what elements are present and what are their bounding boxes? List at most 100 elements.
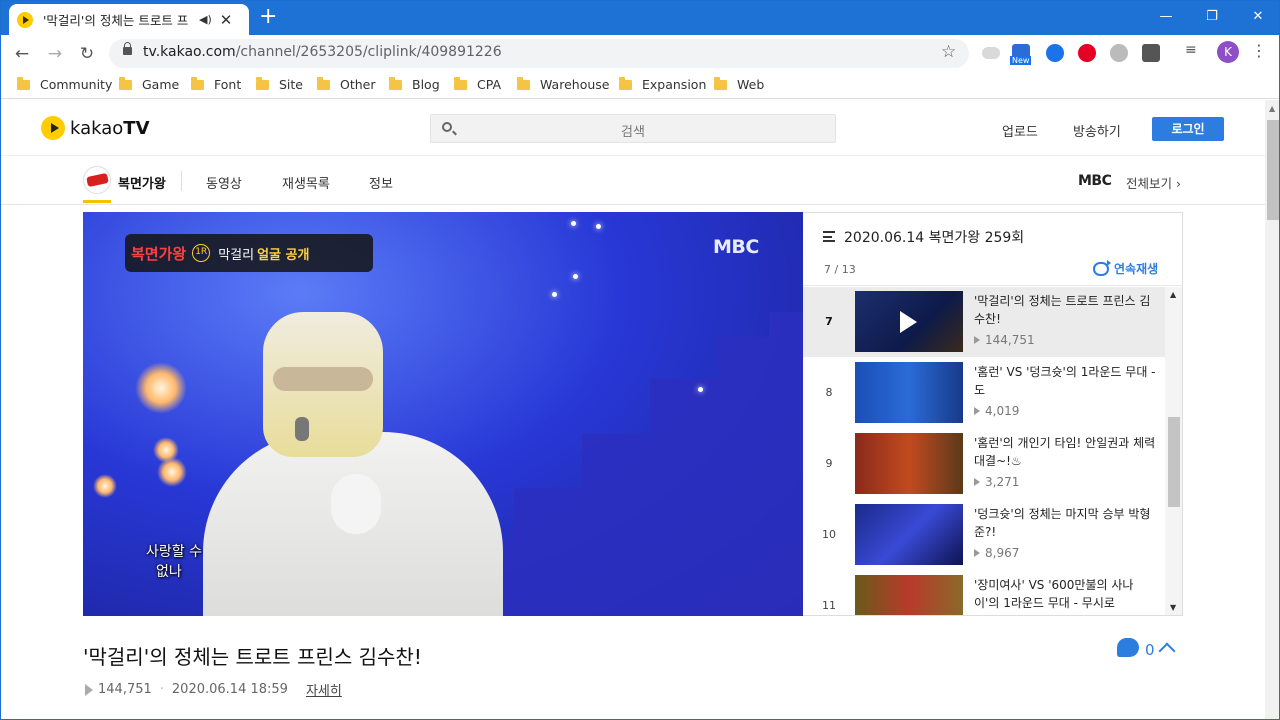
tab-videos[interactable]: 동영상 xyxy=(206,173,242,192)
upload-link[interactable]: 업로드 xyxy=(1002,121,1038,140)
scroll-down-icon[interactable]: ▼ xyxy=(1170,603,1176,612)
chevron-up-icon[interactable] xyxy=(1158,642,1176,660)
cloud-extension-icon[interactable] xyxy=(982,47,1000,59)
video-thumbnail xyxy=(855,575,963,615)
playlist-item[interactable]: 9 '홈런'의 개인기 타임! 안일권과 체력 대결~!♨ 3,271 xyxy=(803,429,1165,499)
lock-icon[interactable] xyxy=(123,42,132,55)
download-extension-icon[interactable] xyxy=(1046,44,1064,62)
folder-icon xyxy=(191,76,204,90)
bookmark-folder[interactable]: Expansion xyxy=(619,76,706,92)
login-button[interactable]: 로그인 xyxy=(1152,117,1224,141)
playlist-item[interactable]: 11 '장미여사' VS '600만불의 사나이'의 1라운드 무대 - 무시로 xyxy=(803,571,1165,615)
page-content: kakaoTV 검색 업로드 방송하기 로그인 복면가왕 동영상 재생목록 정보… xyxy=(1,100,1265,719)
close-tab-icon[interactable]: ✕ xyxy=(220,11,233,29)
mbc-logo[interactable]: MBC xyxy=(1078,173,1112,189)
stage-light xyxy=(552,292,557,297)
folder-icon xyxy=(119,76,132,90)
browser-menu-icon[interactable]: ⋮ xyxy=(1251,41,1269,60)
info-extension-icon[interactable] xyxy=(1142,44,1160,62)
broadcast-link[interactable]: 방송하기 xyxy=(1073,121,1121,140)
pinterest-extension-icon[interactable] xyxy=(1078,44,1096,62)
channel-logo[interactable] xyxy=(83,166,111,194)
folder-icon xyxy=(714,76,727,90)
singer-hand xyxy=(331,474,381,534)
comment-count[interactable]: 0 xyxy=(1145,641,1155,659)
bookmark-folder[interactable]: Community xyxy=(17,76,112,92)
detail-link[interactable]: 자세히 xyxy=(306,680,342,699)
bookmark-folder[interactable]: Game xyxy=(119,76,179,92)
channel-name[interactable]: 복면가왕 xyxy=(118,173,166,192)
active-tab-indicator xyxy=(83,200,111,203)
forward-arrow-icon[interactable]: → xyxy=(43,42,67,66)
playlist-counter: 7 / 13 xyxy=(824,263,856,276)
kakaotv-logo[interactable]: kakaoTV xyxy=(41,116,150,140)
microphone xyxy=(295,417,309,441)
mouse-extension-icon[interactable] xyxy=(1110,44,1128,62)
stage-light xyxy=(571,221,576,226)
bookmark-folder[interactable]: Web xyxy=(714,76,764,92)
view-count-icon xyxy=(974,407,980,415)
comment-icon[interactable] xyxy=(1117,638,1139,657)
clip-title: '막걸리'의 정체는 트로트 프린스 김수찬! xyxy=(83,645,422,669)
playlist-item[interactable]: 7 '막걸리'의 정체는 트로트 프린스 김수찬! 144,751 xyxy=(803,287,1165,357)
playlist-item[interactable]: 8 '홈런' VS '덩크슛'의 1라운드 무대 - 도 4,019 xyxy=(803,358,1165,428)
playlist-item[interactable]: 10 '덩크슛'의 정체는 마지막 승부 박형준?! 8,967 xyxy=(803,500,1165,570)
bookmark-folder[interactable]: Blog xyxy=(389,76,440,92)
video-thumbnail xyxy=(855,291,963,352)
media-control-icon[interactable]: ≡ xyxy=(1185,42,1203,60)
scroll-up-icon[interactable]: ▲ xyxy=(1269,104,1275,113)
scroll-thumb[interactable] xyxy=(1267,120,1279,220)
tab-playlists[interactable]: 재생목록 xyxy=(282,173,330,192)
spotlight xyxy=(157,457,187,487)
view-count-icon xyxy=(974,336,980,344)
folder-icon xyxy=(389,76,402,90)
chevron-right-icon: › xyxy=(1176,176,1181,191)
autoplay-toggle[interactable]: 연속재생 xyxy=(1093,259,1158,277)
bookmark-star-icon[interactable]: ☆ xyxy=(941,42,956,62)
page-scrollbar[interactable]: ▲ xyxy=(1265,100,1279,719)
repeat-icon xyxy=(1093,259,1111,276)
bookmark-folder[interactable]: Warehouse xyxy=(517,76,609,92)
reload-icon[interactable]: ↻ xyxy=(75,42,99,66)
clip-date: 2020.06.14 18:59 xyxy=(171,682,288,697)
folder-icon xyxy=(17,76,30,90)
folder-icon xyxy=(317,76,330,90)
profile-avatar[interactable]: K xyxy=(1217,41,1239,63)
search-placeholder: 검색 xyxy=(621,125,645,140)
view-count-icon xyxy=(974,478,980,486)
spotlight xyxy=(135,362,187,414)
search-input[interactable]: 검색 xyxy=(430,114,836,143)
clip-meta: 144,751 · 2020.06.14 18:59 자세히 xyxy=(85,680,342,699)
tab-info[interactable]: 정보 xyxy=(369,173,393,192)
scroll-thumb[interactable] xyxy=(1168,417,1180,507)
playlist-panel: 2020.06.14 복면가왕 259회 7 / 13 연속재생 7 '막걸리'… xyxy=(803,212,1183,616)
scroll-up-icon[interactable]: ▲ xyxy=(1170,290,1176,299)
new-tab-button[interactable]: + xyxy=(259,5,277,29)
restore-icon[interactable]: ❐ xyxy=(1189,1,1235,31)
bookmark-folder[interactable]: CPA xyxy=(454,76,501,92)
video-player[interactable]: 복면가왕 1R 막걸리 얼굴 공개 MBC 사랑할 수 없나 xyxy=(83,212,803,616)
folder-icon xyxy=(454,76,467,90)
video-subtitle: 사랑할 수 없나 xyxy=(146,544,202,580)
view-all-link[interactable]: 전체보기 › xyxy=(1126,173,1181,192)
back-arrow-icon[interactable]: ← xyxy=(10,42,34,66)
browser-tab[interactable]: '막걸리'의 정체는 트로트 프 ◀) ✕ xyxy=(9,4,249,35)
playlist-scrollbar[interactable]: ▲ ▼ xyxy=(1165,287,1182,615)
folder-icon xyxy=(619,76,632,90)
close-window-icon[interactable]: ✕ xyxy=(1235,1,1279,31)
view-count-icon xyxy=(974,549,980,557)
stage-light xyxy=(698,387,703,392)
bookmark-folder[interactable]: Site xyxy=(256,76,303,92)
bookmark-folder[interactable]: Font xyxy=(191,76,241,92)
address-bar[interactable]: tv.kakao.com/channel/2653205/cliplink/40… xyxy=(109,39,969,68)
playlist-title[interactable]: 2020.06.14 복면가왕 259회 xyxy=(844,227,1024,247)
video-thumbnail xyxy=(855,433,963,494)
site-header: kakaoTV 검색 업로드 방송하기 로그인 xyxy=(1,100,1265,156)
minimize-icon[interactable]: — xyxy=(1143,1,1189,31)
playlist-header: 2020.06.14 복면가왕 259회 7 / 13 연속재생 xyxy=(803,213,1182,286)
mbc-watermark: MBC xyxy=(713,236,759,258)
view-count-icon xyxy=(85,683,93,696)
audio-playing-icon[interactable]: ◀) xyxy=(199,13,212,26)
bookmark-folder[interactable]: Other xyxy=(317,76,376,92)
new-extension-icon[interactable]: New xyxy=(1010,44,1032,65)
